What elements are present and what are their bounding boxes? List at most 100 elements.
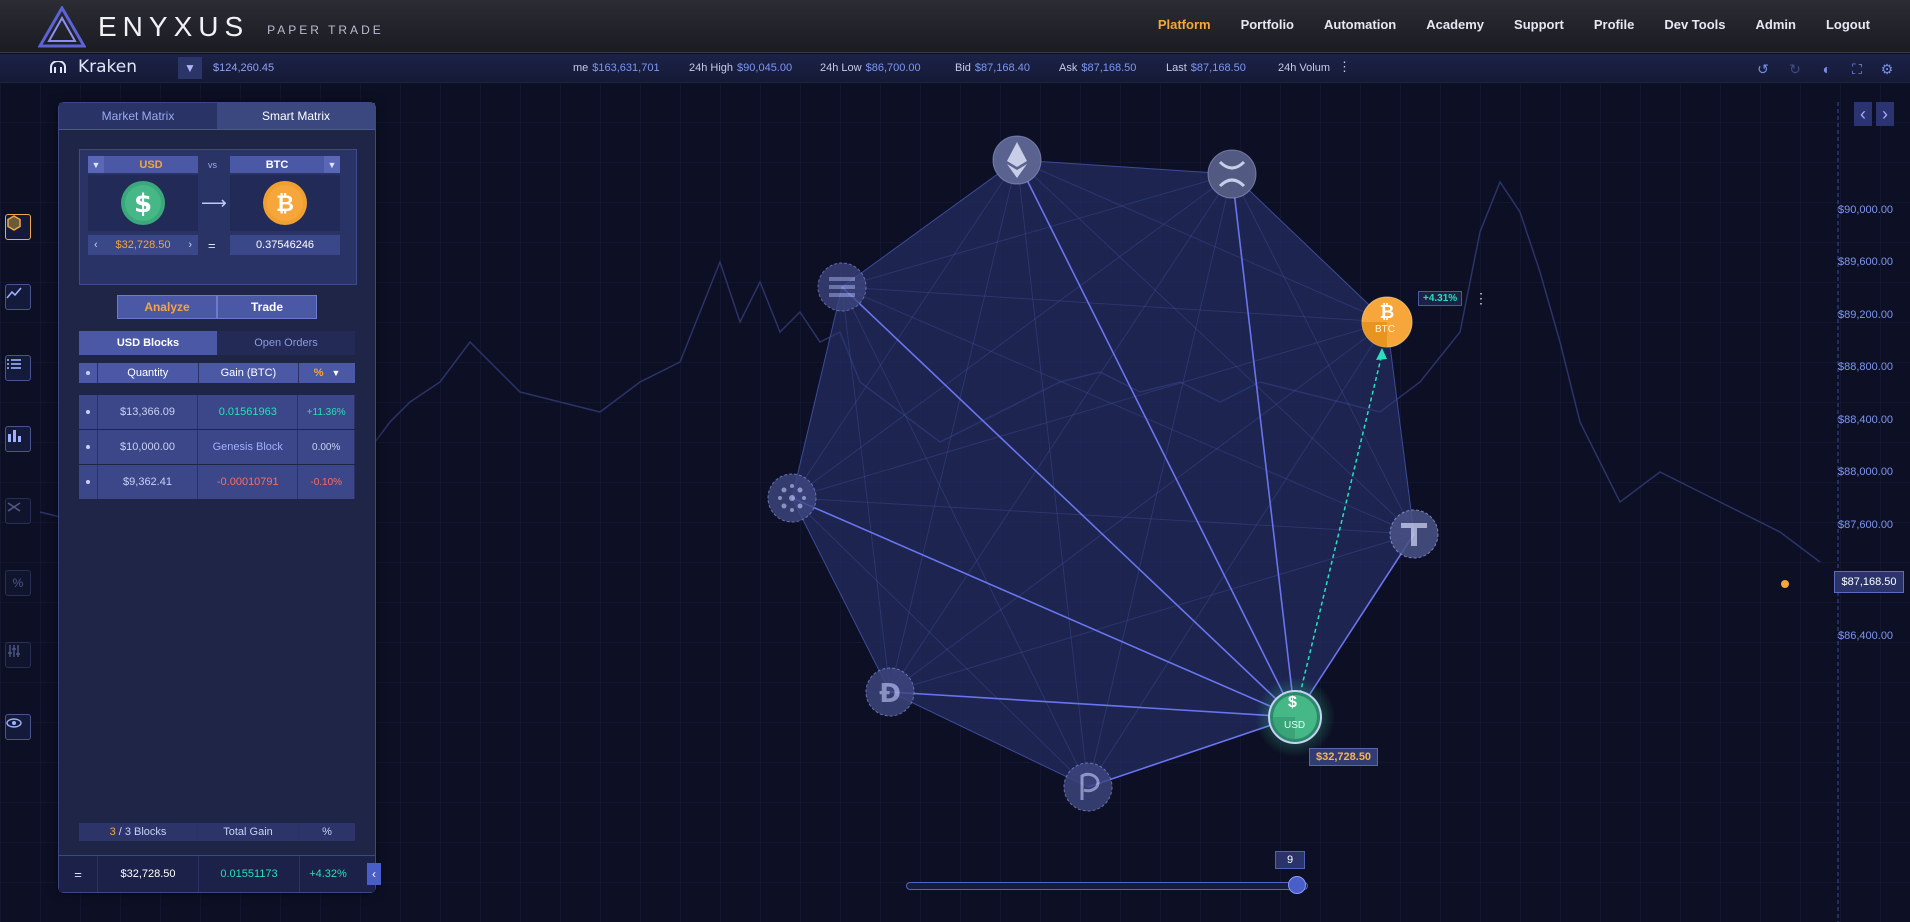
nav-profile[interactable]: Profile <box>1594 17 1634 32</box>
table-row[interactable]: $13,366.09 0.01561963 +11.36% <box>79 395 355 429</box>
from-currency-select[interactable]: ▼ USD <box>88 156 198 173</box>
polkadot-icon[interactable] <box>1063 762 1113 812</box>
fullscreen-icon[interactable]: ⛶ <box>1848 60 1866 78</box>
row-quantity: $10,000.00 <box>98 430 199 464</box>
solana-icon[interactable] <box>817 262 867 312</box>
blocks-table-header: Quantity Gain (BTC) % ▼ <box>79 363 355 383</box>
gear-icon[interactable]: ⚙ <box>1878 60 1896 78</box>
depth-slider-handle[interactable] <box>1288 876 1306 894</box>
dogecoin-icon[interactable]: Ð <box>865 667 915 717</box>
nav-portfolio[interactable]: Portfolio <box>1241 17 1294 32</box>
row-quantity: $13,366.09 <box>98 395 199 429</box>
total-equals: = <box>59 856 98 892</box>
nav-platform[interactable]: Platform <box>1158 17 1211 32</box>
list-tool-icon[interactable] <box>5 355 31 381</box>
nav-automation[interactable]: Automation <box>1324 17 1396 32</box>
column-pct-label: % <box>313 367 324 379</box>
kraken-icon <box>50 61 66 73</box>
svg-text:₿: ₿ <box>276 192 294 217</box>
nav-dev-tools[interactable]: Dev Tools <box>1664 17 1725 32</box>
total-pct-label: % <box>322 826 332 838</box>
usd-node-dollar-icon: $ <box>1288 694 1297 711</box>
nav-academy[interactable]: Academy <box>1426 17 1484 32</box>
row-gain: -0.00010791 <box>198 465 299 499</box>
svg-text:Ð: Ð <box>879 679 901 709</box>
total-pct: +4.32% <box>309 868 347 880</box>
row-select[interactable] <box>79 465 98 499</box>
axis-label: $86,400.00 <box>1838 630 1894 642</box>
panel-nav-arrows: ‹ › <box>1854 102 1894 126</box>
depth-slider-value: 9 <box>1275 851 1305 869</box>
usd-node-label: USD <box>1284 720 1306 731</box>
btc-change-badge: +4.31% <box>1418 291 1463 306</box>
tab-smart-matrix[interactable]: Smart Matrix <box>217 103 375 130</box>
row-quantity: $9,362.41 <box>98 465 199 499</box>
chevron-down-icon[interactable]: ▼ <box>178 57 202 79</box>
nav-admin[interactable]: Admin <box>1756 17 1796 32</box>
theme-toggle-icon[interactable]: ◐ <box>1818 60 1836 78</box>
ticker-more-icon[interactable]: ⋮ <box>1338 59 1351 75</box>
blocks-table-body: $13,366.09 0.01561963 +11.36% $10,000.00… <box>79 395 355 500</box>
undo-icon[interactable]: ↺ <box>1754 60 1772 78</box>
blocks-tabs: USD Blocks Open Orders <box>79 331 355 355</box>
chevron-down-icon[interactable]: ▼ <box>88 156 104 173</box>
chevron-left-icon[interactable]: ‹ <box>1854 102 1872 126</box>
nav-support[interactable]: Support <box>1514 17 1564 32</box>
equals-label: = <box>208 238 216 253</box>
analyze-button[interactable]: Analyze <box>117 295 217 319</box>
decrease-icon[interactable]: ‹ <box>94 239 98 251</box>
tab-market-matrix[interactable]: Market Matrix <box>59 103 217 130</box>
percent-tool-icon[interactable]: % <box>5 570 31 596</box>
nav-logout[interactable]: Logout <box>1826 17 1870 32</box>
tab-open-orders[interactable]: Open Orders <box>217 331 355 355</box>
eye-tool-icon[interactable] <box>5 714 31 740</box>
ticker-volume: me $163,631,701 <box>573 62 660 74</box>
vs-label: vs <box>208 160 217 170</box>
swap-tool-icon[interactable] <box>5 498 31 524</box>
table-row[interactable]: $9,362.41 -0.00010791 -0.10% <box>79 465 355 499</box>
bar-chart-tool-icon[interactable] <box>5 426 31 452</box>
current-price-dot <box>1781 580 1789 588</box>
btc-node-menu-icon[interactable]: ⋮ <box>1474 290 1488 307</box>
blocks-count: 3 / 3 Blocks <box>79 823 198 841</box>
ethereum-icon[interactable] <box>992 135 1042 185</box>
to-currency-select[interactable]: BTC ▼ <box>230 156 340 173</box>
sliders-tool-icon[interactable] <box>5 642 31 668</box>
depth-slider-track[interactable] <box>906 882 1308 890</box>
tab-usd-blocks[interactable]: USD Blocks <box>79 331 217 355</box>
collapse-panel-icon[interactable]: ‹ <box>367 863 381 885</box>
tether-icon[interactable] <box>1389 509 1439 559</box>
row-select[interactable] <box>79 430 98 464</box>
increase-icon[interactable]: › <box>188 239 192 251</box>
table-row[interactable]: $10,000.00 Genesis Block 0.00% <box>79 430 355 464</box>
btc-coin-icon: ₿ <box>263 181 307 225</box>
panel-tabs: Market Matrix Smart Matrix <box>59 103 375 130</box>
chevron-down-icon[interactable]: ▼ <box>332 368 341 378</box>
usd-icon[interactable] <box>1255 677 1335 757</box>
trade-button[interactable]: Trade <box>217 295 317 319</box>
blocks-total: / 3 Blocks <box>115 826 167 838</box>
svg-text:₿: ₿ <box>1380 302 1395 323</box>
btc-icon[interactable]: ₿ <box>1361 296 1413 348</box>
exchange-selector[interactable]: Kraken ▼ <box>36 57 202 79</box>
axis-label: $88,800.00 <box>1838 361 1894 373</box>
select-all-toggle[interactable] <box>79 363 98 383</box>
axis-label: $88,400.00 <box>1838 414 1894 426</box>
to-amount-field[interactable]: 0.37546246 <box>230 235 340 255</box>
from-amount-field[interactable]: ‹ $32,728.50 › <box>88 235 198 255</box>
redo-icon[interactable]: ↻ <box>1786 60 1804 78</box>
chevron-down-icon[interactable]: ▼ <box>324 156 340 173</box>
xrp-icon[interactable] <box>1207 149 1257 199</box>
axis-label: $87,600.00 <box>1838 519 1894 531</box>
chevron-right-icon[interactable]: › <box>1876 102 1894 126</box>
column-quantity[interactable]: Quantity <box>98 363 199 383</box>
line-chart-tool-icon[interactable] <box>5 284 31 310</box>
logo[interactable]: ENYXUS PAPER TRADE <box>38 6 384 48</box>
enyxus-logo-icon <box>38 6 86 48</box>
row-pct: 0.00% <box>298 430 355 464</box>
column-gain[interactable]: Gain (BTC) <box>199 363 300 383</box>
row-select[interactable] <box>79 395 98 429</box>
column-pct-select[interactable]: % ▼ <box>299 363 355 383</box>
hexagon-tool-icon[interactable] <box>5 214 31 240</box>
cardano-icon[interactable] <box>767 473 817 523</box>
